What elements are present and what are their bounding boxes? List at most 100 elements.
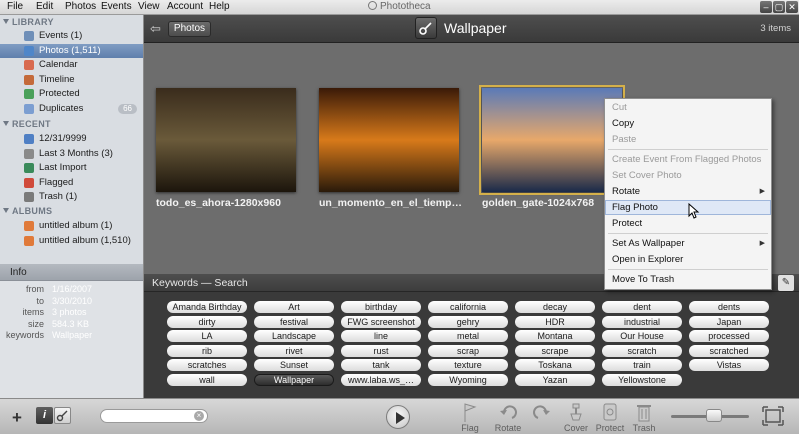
keyword-pill[interactable]: dents xyxy=(689,301,769,313)
keyword-pill[interactable]: scrap xyxy=(428,344,508,357)
keyword-pill[interactable]: LA xyxy=(167,330,247,342)
menu-item-set-cover-photo[interactable]: Set Cover Photo xyxy=(605,168,771,183)
photo-image[interactable] xyxy=(156,88,296,192)
menu-item-paste[interactable]: Paste xyxy=(605,132,771,147)
keyword-pill[interactable]: Landscape xyxy=(254,330,334,342)
keyword-pill[interactable]: scratched xyxy=(689,344,769,357)
keyword-pill[interactable]: Japan xyxy=(689,315,769,328)
keyword-pill[interactable]: train xyxy=(602,359,682,371)
fullscreen-icon[interactable] xyxy=(762,406,784,426)
sidebar-item-timeline[interactable]: Timeline xyxy=(0,73,143,87)
minimize-icon[interactable]: ‒ xyxy=(760,1,772,13)
toolbar-trash-button[interactable]: Trash xyxy=(624,402,664,433)
keyword-pill[interactable]: Sunset xyxy=(254,359,334,371)
menu-account[interactable]: Account xyxy=(167,1,203,12)
keyword-pill[interactable]: Vistas xyxy=(689,359,769,371)
maximize-icon[interactable]: ▢ xyxy=(773,1,785,13)
recent-header[interactable]: RECENT xyxy=(3,119,51,129)
keyword-pill[interactable]: california xyxy=(428,301,508,313)
sidebar-item-calendar[interactable]: Calendar xyxy=(0,58,143,72)
keyword-pill[interactable]: Yazan xyxy=(515,373,595,386)
photo-caption: todo_es_ahora-1280x960 xyxy=(156,197,281,209)
photo-image[interactable] xyxy=(319,88,459,192)
back-arrow-icon[interactable]: ⇦ xyxy=(150,21,161,37)
keyword-pill[interactable]: scratches xyxy=(167,359,247,371)
menu-item-rotate[interactable]: Rotate ▶ xyxy=(605,184,771,199)
close-icon[interactable]: ✕ xyxy=(786,1,798,13)
sidebar-item-trash[interactable]: Trash (1) xyxy=(0,190,143,204)
keyword-pill[interactable]: decay xyxy=(515,301,595,313)
toolbar-flag-button[interactable]: Flag xyxy=(450,402,490,433)
keyword-pill[interactable]: FWG screenshot xyxy=(341,315,421,328)
info-panel: Info from 1/16/2007 to 3/30/2010 items 3 phot… xyxy=(0,264,144,398)
keyword-pill[interactable]: scrape xyxy=(515,344,595,357)
menu-events[interactable]: Events xyxy=(101,1,132,12)
albums-header[interactable]: ALBUMS xyxy=(3,206,52,216)
play-icon xyxy=(396,412,405,424)
keyword-pill[interactable]: scratch xyxy=(602,344,682,357)
menu-photos[interactable]: Photos xyxy=(65,1,96,12)
sidebar-item-untitled[interactable]: untitled album (1,510) xyxy=(0,234,143,248)
zoom-slider-thumb[interactable] xyxy=(705,409,722,422)
sidebar-item-last[interactable]: Last 3 Months (3) xyxy=(0,147,143,161)
keyword-pill[interactable]: Amanda Birthday xyxy=(167,301,247,313)
sidebar-item-label: untitled album (1) xyxy=(39,220,113,231)
info-toggle-button[interactable]: i xyxy=(36,407,53,424)
event-cover-icon[interactable] xyxy=(415,17,437,39)
keyword-pill[interactable]: Wallpaper xyxy=(254,373,334,386)
menu-item-open-in-explorer[interactable]: Open in Explorer xyxy=(605,252,771,267)
clear-search-icon[interactable]: × xyxy=(194,411,204,421)
sidebar-item-photos[interactable]: Photos (1,511) xyxy=(0,43,143,58)
keyword-pill[interactable]: Our House xyxy=(602,330,682,342)
keyword-pill[interactable]: gehry xyxy=(428,315,508,328)
timeline-icon xyxy=(24,74,34,85)
photos-icon xyxy=(24,45,34,56)
menu-file[interactable]: File xyxy=(7,1,23,12)
keyword-pill[interactable]: Montana xyxy=(515,330,595,342)
keyword-pill[interactable]: line xyxy=(341,330,421,342)
keyword-pill[interactable]: HDR xyxy=(515,315,595,328)
menu-item-cut[interactable]: Cut xyxy=(605,100,771,115)
sidebar-item-12319999[interactable]: 12/31/9999 xyxy=(0,132,143,146)
menu-item-set-as-wallpaper[interactable]: Set As Wallpaper ▶ xyxy=(605,236,771,251)
keyword-pill[interactable]: dent xyxy=(602,301,682,313)
keyword-pill[interactable]: rivet xyxy=(254,344,334,357)
keyword-pill[interactable]: Art xyxy=(254,301,334,313)
search-input[interactable] xyxy=(100,409,208,423)
keyword-pill[interactable]: metal xyxy=(428,330,508,342)
sidebar-item-protected[interactable]: Protected xyxy=(0,87,143,101)
add-button[interactable]: + xyxy=(12,408,22,428)
keywords-toggle-button[interactable] xyxy=(54,407,71,424)
sidebar-item-untitled[interactable]: untitled album (1) xyxy=(0,219,143,233)
keyword-pill[interactable]: Yellowstone xyxy=(602,373,682,386)
keyword-pill[interactable]: wall xyxy=(167,373,247,386)
sidebar-item-events[interactable]: Events (1) xyxy=(0,29,143,43)
keyword-pill[interactable]: tank xyxy=(341,359,421,371)
keyword-pill[interactable]: industrial xyxy=(602,315,682,328)
sidebar-item-last[interactable]: Last Import xyxy=(0,161,143,175)
menu-item-move-to-trash[interactable]: Move To Trash xyxy=(605,272,771,287)
library-header[interactable]: LIBRARY xyxy=(3,17,54,27)
keyword-pill[interactable]: processed xyxy=(689,330,769,342)
keyword-pill[interactable]: texture xyxy=(428,359,508,371)
menu-edit[interactable]: Edit xyxy=(36,1,53,12)
keyword-pill[interactable]: www.laba.ws_… xyxy=(341,373,421,386)
info-key: items xyxy=(22,307,44,318)
keyword-pill[interactable]: dirty xyxy=(167,315,247,328)
sidebar-item-flagged[interactable]: Flagged xyxy=(0,176,143,190)
keyword-pill[interactable]: Wyoming xyxy=(428,373,508,386)
keyword-pill[interactable]: birthday xyxy=(341,301,421,313)
menu-item-create-event-from-flagged-photos[interactable]: Create Event From Flagged Photos xyxy=(605,152,771,167)
slideshow-play-button[interactable] xyxy=(386,405,410,429)
menu-item-copy[interactable]: Copy xyxy=(605,116,771,131)
menu-view[interactable]: View xyxy=(138,1,160,12)
keyword-pill[interactable]: festival xyxy=(254,315,334,328)
photo-image[interactable] xyxy=(479,85,625,195)
edit-keywords-button[interactable]: ✎ xyxy=(778,275,794,291)
keyword-pill[interactable]: rust xyxy=(341,344,421,357)
keyword-pill[interactable]: rib xyxy=(167,344,247,357)
photos-back-button[interactable]: Photos xyxy=(168,21,211,37)
keyword-pill[interactable]: Toskana xyxy=(515,359,595,371)
menu-help[interactable]: Help xyxy=(209,1,230,12)
sidebar-item-duplicates[interactable]: Duplicates 66 xyxy=(0,102,143,116)
